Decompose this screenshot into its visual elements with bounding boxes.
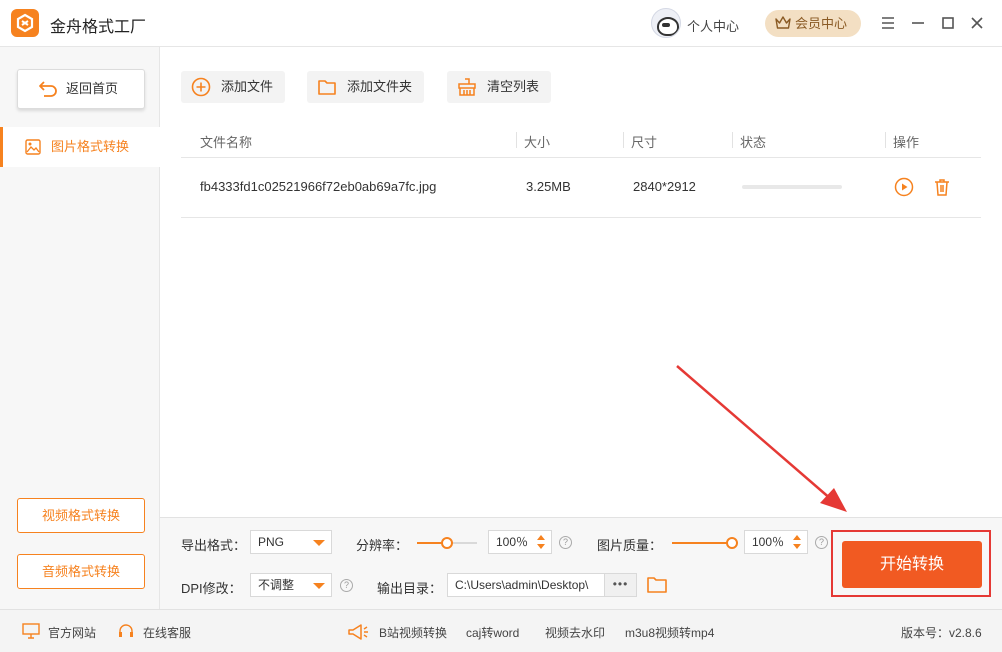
dpi-label: DPI修改： [181, 581, 242, 596]
sidebar-item-label: 图片格式转换 [51, 139, 130, 154]
help-icon[interactable]: ? [815, 536, 828, 549]
version-label: 版本号：v2.8.6 [901, 626, 982, 640]
user-avatar[interactable] [651, 8, 681, 38]
add-folder-label: 添加文件夹 [347, 79, 413, 94]
file-dimensions: 2840*2912 [633, 179, 696, 194]
vip-center-button[interactable]: 会员中心 [765, 10, 861, 37]
quality-value: 100％ [752, 535, 785, 549]
help-icon[interactable]: ? [559, 536, 572, 549]
resolution-slider[interactable] [417, 537, 477, 549]
clear-list-label: 清空列表 [487, 79, 540, 94]
start-convert-button[interactable]: 开始转换 [842, 541, 982, 588]
quality-slider[interactable] [672, 537, 738, 549]
title-bar: 金舟格式工厂 个人中心 会员中心 [0, 0, 1002, 47]
resolution-value: 100％ [496, 535, 529, 549]
caj-word-link[interactable]: caj转word [466, 624, 519, 641]
status-progress-bar [742, 185, 842, 189]
chevron-down-icon[interactable] [793, 544, 801, 549]
bilibili-convert-link[interactable]: B站视频转换 [379, 624, 447, 641]
megaphone-icon [348, 624, 368, 640]
quality-stepper[interactable]: 100％ [744, 530, 808, 554]
output-dir-label: 输出目录： [377, 581, 443, 596]
add-file-button[interactable]: 添加文件 [181, 71, 286, 103]
help-icon[interactable]: ? [340, 579, 353, 592]
column-header-dimensions: 尺寸 [631, 135, 658, 150]
column-header-actions: 操作 [893, 135, 920, 150]
column-divider [623, 132, 624, 148]
personal-center-link[interactable]: 个人中心 [687, 16, 739, 35]
quality-slider-knob[interactable] [726, 537, 738, 549]
sidebar: 返回首页 图片格式转换 视频格式转换 音频格式转换 [0, 47, 160, 609]
back-arrow-icon [39, 81, 57, 97]
monitor-icon [22, 623, 40, 639]
chevron-up-icon[interactable] [537, 535, 545, 540]
resolution-stepper[interactable]: 100％ [488, 530, 552, 554]
back-home-label: 返回首页 [66, 81, 119, 96]
menu-icon[interactable] [879, 14, 897, 32]
resolution-slider-knob[interactable] [441, 537, 453, 549]
export-format-label: 导出格式： [181, 538, 247, 553]
headset-icon [119, 624, 133, 637]
file-name: fb4333fd1c02521966f72eb0ab69a7fc.jpg [200, 179, 437, 194]
folder-icon [318, 80, 336, 95]
add-file-label: 添加文件 [221, 79, 274, 94]
vip-center-label: 会员中心 [795, 16, 848, 31]
app-title: 金舟格式工厂 [50, 19, 147, 36]
quality-label: 图片质量： [597, 538, 663, 553]
column-header-size: 大小 [524, 135, 551, 150]
video-convert-button[interactable]: 视频格式转换 [17, 498, 145, 533]
column-header-status: 状态 [740, 135, 767, 150]
column-divider [516, 132, 517, 148]
clear-list-button[interactable]: 清空列表 [447, 71, 552, 103]
sidebar-item-image-convert[interactable]: 图片格式转换 [0, 127, 160, 167]
resolution-label: 分辨率： [356, 538, 409, 553]
trash-icon[interactable] [932, 177, 952, 197]
dpi-value: 不调整 [258, 578, 295, 592]
table-row[interactable]: fb4333fd1c02521966f72eb0ab69a7fc.jpg 3.2… [181, 158, 981, 218]
chevron-down-icon[interactable] [537, 544, 545, 549]
play-icon[interactable] [894, 177, 914, 197]
video-watermark-link[interactable]: 视频去水印 [545, 624, 605, 641]
maximize-icon[interactable] [939, 14, 957, 32]
app-logo-icon [11, 9, 39, 37]
close-icon[interactable] [968, 14, 986, 32]
m3u8-mp4-link[interactable]: m3u8视频转mp4 [625, 624, 714, 641]
plus-circle-icon [191, 77, 211, 97]
add-folder-button[interactable]: 添加文件夹 [307, 71, 425, 103]
chevron-down-icon [313, 583, 325, 589]
chevron-up-icon[interactable] [793, 535, 801, 540]
official-site-link[interactable]: 官方网站 [48, 624, 96, 641]
browse-more-button[interactable]: ••• [604, 574, 636, 596]
column-divider [885, 132, 886, 148]
start-button-highlight: 开始转换 [831, 530, 991, 597]
footer-bar: 官方网站 在线客服 B站视频转换 caj转word 视频去水印 m3u8视频转m… [0, 609, 1002, 652]
back-home-button[interactable]: 返回首页 [17, 69, 145, 109]
crown-icon [775, 16, 791, 29]
online-service-link[interactable]: 在线客服 [143, 624, 191, 641]
output-dir-field[interactable]: C:\Users\admin\Desktop\ ••• [447, 573, 637, 597]
open-folder-icon[interactable] [647, 575, 667, 593]
chevron-down-icon [313, 540, 325, 546]
file-table-header: 文件名称 大小 尺寸 状态 操作 [181, 123, 981, 158]
export-format-select[interactable]: PNG [250, 530, 332, 554]
quality-slider-fill [672, 542, 732, 544]
export-format-value: PNG [258, 535, 285, 549]
dpi-select[interactable]: 不调整 [250, 573, 332, 597]
output-dir-value: C:\Users\admin\Desktop\ [455, 578, 589, 592]
file-size: 3.25MB [526, 179, 571, 194]
settings-panel: 导出格式： PNG 分辨率： 100％ ? 图片质量： 100％ ? DPI修改… [160, 517, 1002, 609]
image-icon [25, 139, 41, 155]
broom-icon [458, 78, 476, 96]
column-header-name: 文件名称 [200, 135, 253, 150]
audio-convert-button[interactable]: 音频格式转换 [17, 554, 145, 589]
minimize-icon[interactable] [909, 14, 927, 32]
column-divider [732, 132, 733, 148]
